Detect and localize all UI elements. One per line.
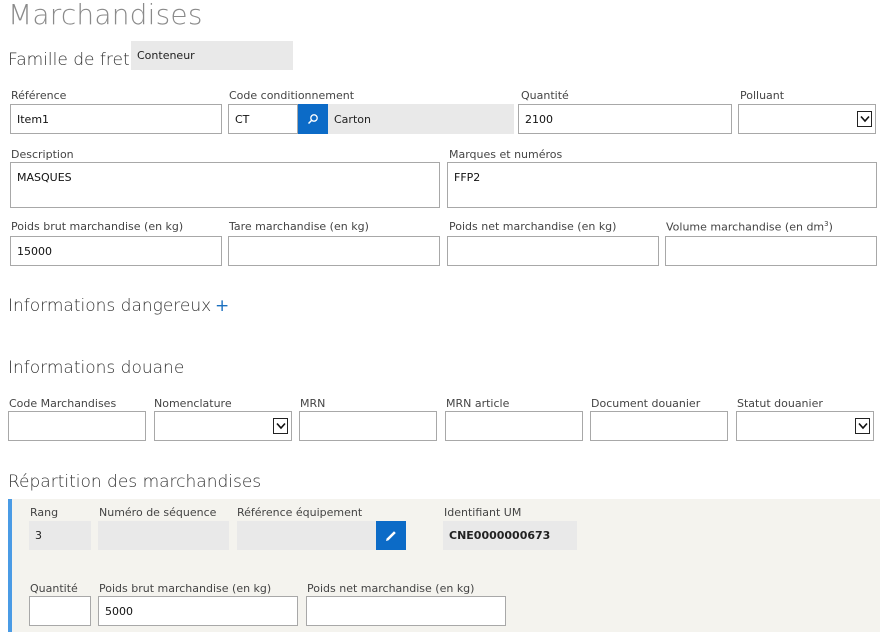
page-title: Marchandises — [8, 0, 203, 31]
tare-label: Tare marchandise (en kg) — [229, 220, 369, 233]
mrn-label: MRN — [300, 397, 326, 410]
dangereux-title: Informations dangereux — [8, 296, 212, 316]
rang-label: Rang — [30, 506, 59, 519]
quantite-input[interactable]: 2100 — [518, 104, 732, 134]
repartition-quantite-input[interactable] — [29, 596, 91, 626]
sequence-value — [98, 521, 229, 550]
code-conditionnement-input[interactable]: CT — [228, 104, 298, 134]
code-marchandises-label: Code Marchandises — [9, 397, 117, 410]
nomenclature-select[interactable] — [154, 411, 292, 441]
mrn-input[interactable] — [299, 411, 437, 441]
polluant-select[interactable] — [738, 104, 876, 134]
code-search-button[interactable] — [298, 104, 328, 134]
code-marchandises-input[interactable] — [8, 411, 146, 441]
marques-label: Marques et numéros — [449, 148, 563, 161]
identifiant-um-value: CNE0000000673 — [443, 521, 577, 550]
repartition-panel-accent — [8, 499, 12, 632]
code-conditionnement-description: Carton — [328, 104, 514, 134]
poids-net-input[interactable] — [447, 236, 659, 266]
poids-brut-label: Poids brut marchandise (en kg) — [11, 220, 184, 233]
description-label: Description — [11, 148, 74, 161]
plus-icon[interactable]: + — [215, 298, 229, 315]
document-douanier-label: Document douanier — [591, 397, 701, 410]
statut-douanier-select[interactable] — [736, 411, 874, 441]
nomenclature-label: Nomenclature — [154, 397, 232, 410]
volume-input[interactable] — [665, 236, 877, 266]
equipement-value — [237, 521, 376, 550]
identifiant-um-label: Identifiant UM — [444, 506, 522, 519]
search-icon — [307, 113, 319, 125]
repartition-title: Répartition des marchandises — [8, 472, 262, 492]
repartition-poids-net-input[interactable] — [306, 596, 506, 626]
repartition-quantite-label: Quantité — [30, 582, 78, 595]
volume-label: Volume marchandise (en dm3) — [666, 220, 833, 234]
pencil-icon — [384, 529, 398, 543]
poids-net-label: Poids net marchandise (en kg) — [449, 220, 617, 233]
douane-title: Informations douane — [8, 358, 185, 378]
equipement-label: Référence équipement — [237, 506, 363, 519]
repartition-poids-net-label: Poids net marchandise (en kg) — [307, 582, 475, 595]
edit-equipement-button[interactable] — [376, 521, 406, 550]
chevron-down-icon — [273, 418, 288, 434]
repartition-poids-brut-label: Poids brut marchandise (en kg) — [99, 582, 272, 595]
polluant-label: Polluant — [740, 89, 785, 102]
quantite-label: Quantité — [521, 89, 569, 102]
reference-input[interactable]: Item1 — [10, 104, 222, 134]
poids-brut-input[interactable]: 15000 — [10, 236, 222, 266]
volume-label-text: Volume marchandise (en dm — [666, 220, 825, 234]
chevron-down-icon — [855, 418, 870, 434]
mrn-article-input[interactable] — [445, 411, 583, 441]
description-input[interactable]: MASQUES — [10, 162, 440, 208]
famille-value: Conteneur — [131, 41, 293, 70]
volume-label-close: ) — [828, 220, 833, 234]
repartition-poids-brut-input[interactable]: 5000 — [98, 596, 298, 626]
mrn-article-label: MRN article — [446, 397, 510, 410]
chevron-down-icon — [857, 111, 872, 127]
rang-value: 3 — [29, 521, 91, 550]
reference-label: Référence — [11, 89, 67, 102]
famille-label: Famille de fret — [8, 50, 130, 70]
document-douanier-input[interactable] — [590, 411, 728, 441]
sequence-label: Numéro de séquence — [99, 506, 217, 519]
tare-input[interactable] — [228, 236, 440, 266]
marques-input[interactable]: FFP2 — [447, 162, 877, 208]
statut-douanier-label: Statut douanier — [737, 397, 823, 410]
code-conditionnement-label: Code conditionnement — [229, 89, 355, 102]
